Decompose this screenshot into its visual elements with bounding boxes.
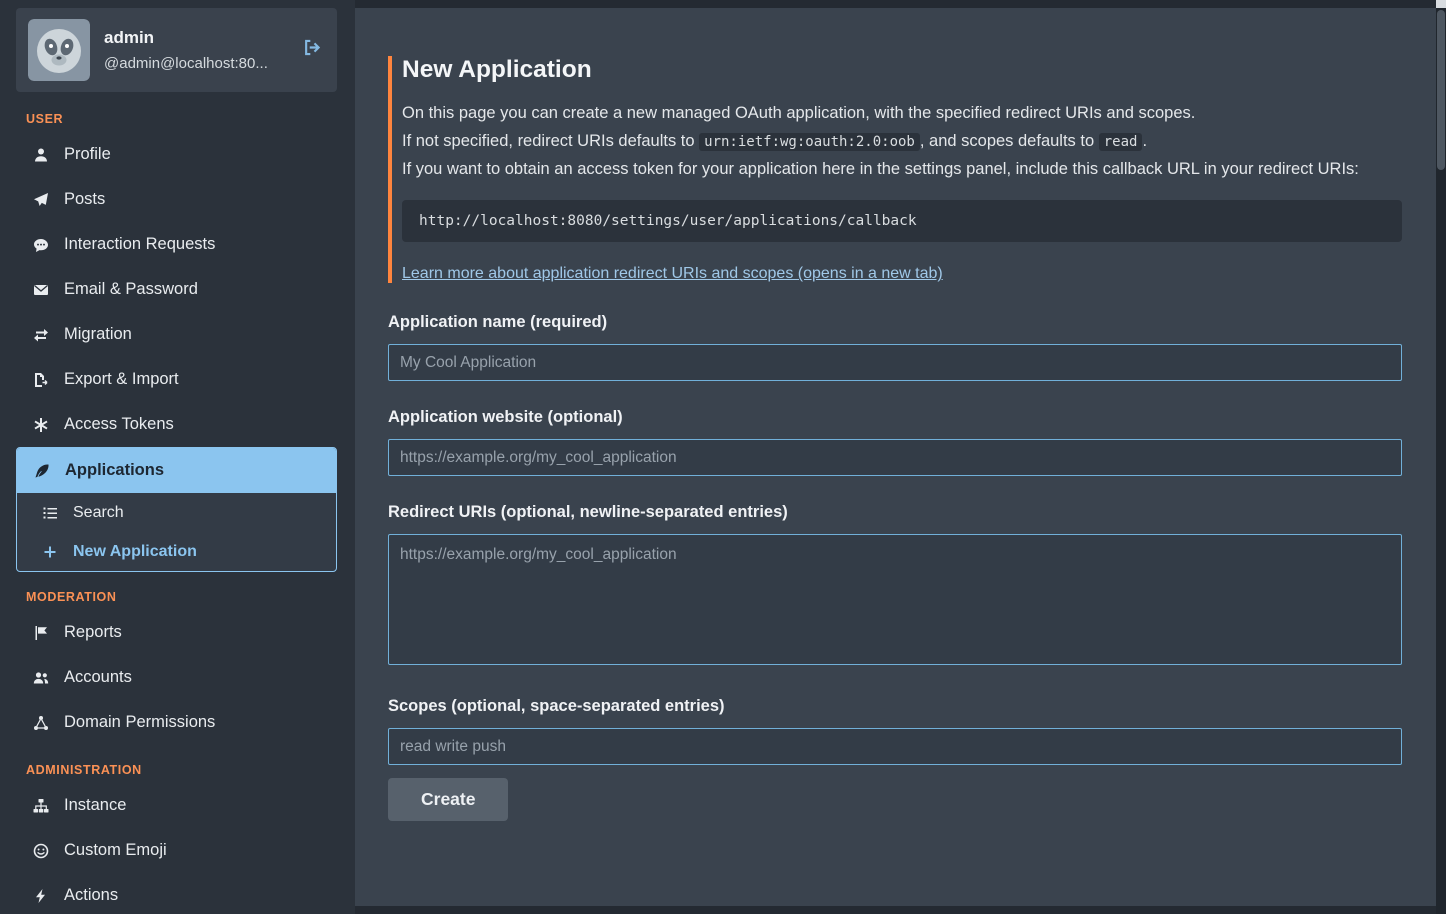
learn-more-link[interactable]: Learn more about application redirect UR… bbox=[402, 265, 943, 282]
comment-icon bbox=[32, 237, 49, 253]
sidebar-item-label: Reports bbox=[64, 623, 122, 642]
feather-icon bbox=[33, 463, 50, 479]
sidebar-item-applications[interactable]: Applications bbox=[17, 448, 336, 493]
sidebar-item-accounts[interactable]: Accounts bbox=[16, 655, 337, 700]
redirect-uris-label: Redirect URIs (optional, newline-separat… bbox=[388, 503, 1402, 522]
sidebar-item-label: Email & Password bbox=[64, 280, 198, 299]
sitemap-icon bbox=[32, 798, 49, 814]
sidebar-item-export-import[interactable]: Export & Import bbox=[16, 357, 337, 402]
application-website-input[interactable] bbox=[388, 439, 1402, 476]
application-website-label: Application website (optional) bbox=[388, 408, 1402, 427]
intro-block: New Application On this page you can cre… bbox=[388, 56, 1402, 283]
sidebar-item-email-password[interactable]: Email & Password bbox=[16, 267, 337, 312]
sidebar-item-new-application[interactable]: New Application bbox=[17, 532, 336, 571]
scrollbar-corner bbox=[1436, 0, 1446, 8]
application-name-input[interactable] bbox=[388, 344, 1402, 381]
sidebar-item-label: Custom Emoji bbox=[64, 841, 167, 860]
intro-line-2-mid: , and scopes defaults to bbox=[920, 132, 1099, 150]
main-panel: New Application On this page you can cre… bbox=[355, 8, 1436, 906]
sidebar-item-interaction-requests[interactable]: Interaction Requests bbox=[16, 222, 337, 267]
scopes-group: Scopes (optional, space-separated entrie… bbox=[388, 697, 1402, 765]
flag-icon bbox=[32, 625, 49, 641]
application-name-label: Application name (required) bbox=[388, 313, 1402, 332]
user-meta: admin @admin@localhost:80... bbox=[104, 28, 268, 72]
asterisk-icon bbox=[32, 417, 49, 433]
sidebar-item-profile[interactable]: Profile bbox=[16, 132, 337, 177]
callback-url-block: http://localhost:8080/settings/user/appl… bbox=[402, 200, 1402, 242]
sidebar-item-label: Search bbox=[73, 504, 124, 522]
avatar bbox=[28, 19, 90, 81]
intro-line-2: If not specified, redirect URIs defaults… bbox=[402, 129, 1402, 154]
redirect-uris-group: Redirect URIs (optional, newline-separat… bbox=[388, 503, 1402, 670]
sidebar-item-access-tokens[interactable]: Access Tokens bbox=[16, 402, 337, 447]
envelope-icon bbox=[32, 282, 49, 298]
user-name: admin bbox=[104, 28, 268, 48]
application-name-group: Application name (required) bbox=[388, 313, 1402, 381]
page-title: New Application bbox=[402, 56, 1402, 84]
redirect-uris-textarea[interactable] bbox=[388, 534, 1402, 665]
logout-button[interactable] bbox=[298, 34, 325, 66]
sidebar-item-label: Migration bbox=[64, 325, 132, 344]
sidebar-section-moderation: MODERATION bbox=[26, 590, 337, 604]
migration-arrows-icon bbox=[32, 327, 49, 343]
intro-line-2-post: . bbox=[1142, 132, 1147, 150]
intro-line-1: On this page you can create a new manage… bbox=[402, 101, 1402, 126]
list-icon bbox=[41, 505, 58, 521]
inline-code-oob: urn:ietf:wg:oauth:2.0:oob bbox=[699, 133, 920, 151]
scopes-input[interactable] bbox=[388, 728, 1402, 765]
sidebar: admin @admin@localhost:80... USER Profil… bbox=[0, 0, 355, 914]
user-icon bbox=[32, 147, 49, 163]
scrollbar[interactable] bbox=[1436, 0, 1446, 914]
sidebar-item-label: Instance bbox=[64, 796, 126, 815]
user-card: admin @admin@localhost:80... bbox=[16, 8, 337, 92]
application-website-group: Application website (optional) bbox=[388, 408, 1402, 476]
sidebar-item-domain-permissions[interactable]: Domain Permissions bbox=[16, 700, 337, 745]
applications-submenu: Search New Application bbox=[17, 493, 336, 571]
user-handle: @admin@localhost:80... bbox=[104, 55, 268, 72]
smiley-icon bbox=[32, 843, 49, 859]
file-export-icon bbox=[32, 372, 49, 388]
sidebar-applications-group: Applications Search New Application bbox=[16, 447, 337, 572]
inline-code-read: read bbox=[1099, 133, 1143, 151]
sidebar-item-posts[interactable]: Posts bbox=[16, 177, 337, 222]
logout-icon bbox=[302, 38, 321, 62]
sidebar-item-label: Accounts bbox=[64, 668, 132, 687]
sidebar-item-reports[interactable]: Reports bbox=[16, 610, 337, 655]
users-icon bbox=[32, 670, 49, 686]
intro-line-3: If you want to obtain an access token fo… bbox=[402, 157, 1402, 182]
scopes-label: Scopes (optional, space-separated entrie… bbox=[388, 697, 1402, 716]
sidebar-section-user: USER bbox=[26, 112, 337, 126]
sidebar-item-label: Actions bbox=[64, 886, 118, 905]
sidebar-item-label: Interaction Requests bbox=[64, 235, 215, 254]
paper-plane-icon bbox=[32, 192, 49, 208]
bolt-icon bbox=[32, 888, 49, 904]
sidebar-item-custom-emoji[interactable]: Custom Emoji bbox=[16, 828, 337, 873]
sidebar-item-label: Export & Import bbox=[64, 370, 179, 389]
plus-icon bbox=[41, 544, 58, 560]
sidebar-section-administration: ADMINISTRATION bbox=[26, 763, 337, 777]
sidebar-item-migration[interactable]: Migration bbox=[16, 312, 337, 357]
sidebar-item-label: Access Tokens bbox=[64, 415, 174, 434]
network-icon bbox=[32, 715, 49, 731]
create-button[interactable]: Create bbox=[388, 778, 508, 821]
sidebar-item-applications-search[interactable]: Search bbox=[17, 493, 336, 532]
sidebar-item-label: Profile bbox=[64, 145, 111, 164]
sidebar-item-label: Applications bbox=[65, 461, 164, 480]
sidebar-item-label: Domain Permissions bbox=[64, 713, 215, 732]
intro-line-2-pre: If not specified, redirect URIs defaults… bbox=[402, 132, 699, 150]
sidebar-item-label: Posts bbox=[64, 190, 105, 209]
sidebar-item-label: New Application bbox=[73, 543, 197, 561]
scrollbar-thumb[interactable] bbox=[1437, 10, 1445, 170]
sidebar-item-instance[interactable]: Instance bbox=[16, 783, 337, 828]
sidebar-item-actions[interactable]: Actions bbox=[16, 873, 337, 914]
